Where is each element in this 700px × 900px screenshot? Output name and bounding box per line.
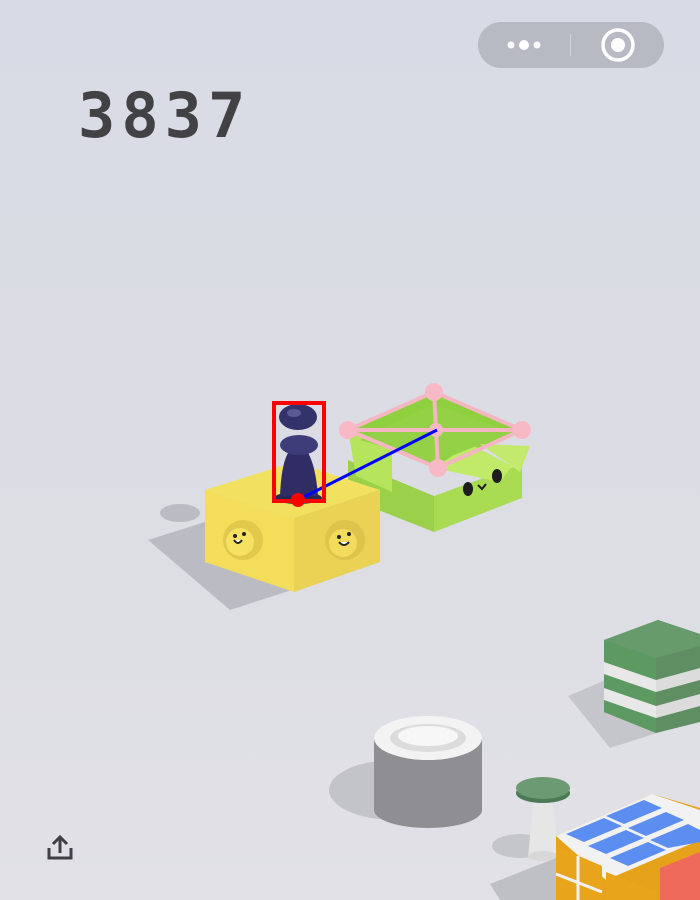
score-counter: 3837 <box>78 79 252 152</box>
keypoint <box>429 459 447 477</box>
more-dots-icon <box>507 40 541 50</box>
player-pawn <box>274 404 322 504</box>
white-cylinder-plate <box>329 716 482 828</box>
keypoint <box>425 383 443 401</box>
close-miniapp-button[interactable] <box>571 22 664 68</box>
share-upload-icon <box>47 834 73 860</box>
share-button[interactable] <box>44 834 76 864</box>
target-circle-icon <box>601 28 635 62</box>
miniapp-capsule <box>478 22 664 68</box>
yellow-cube-shadow-bump <box>160 504 200 522</box>
keypoint <box>513 421 531 439</box>
player-base-point <box>291 493 305 507</box>
green-striped-stack <box>568 620 700 748</box>
keypoint <box>339 421 357 439</box>
more-button[interactable] <box>478 22 570 68</box>
